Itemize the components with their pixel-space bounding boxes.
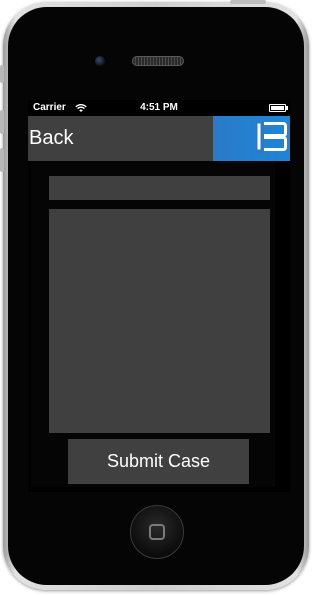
mute-switch bbox=[0, 65, 4, 83]
case-form: Submit Case bbox=[31, 161, 275, 487]
subject-input[interactable] bbox=[49, 176, 270, 200]
submit-case-button[interactable]: Submit Case bbox=[68, 439, 249, 484]
home-button[interactable] bbox=[130, 505, 184, 559]
status-time: 4:51 PM bbox=[140, 102, 178, 113]
brand-logo bbox=[213, 116, 290, 161]
description-textarea[interactable] bbox=[49, 209, 270, 433]
app-screen: Carrier 4:51 PM Back Submit Case bbox=[28, 100, 290, 492]
navigation-bar: Back bbox=[28, 116, 290, 161]
back-button[interactable]: Back bbox=[28, 116, 118, 161]
volume-down-button bbox=[0, 148, 4, 172]
earpiece-speaker bbox=[132, 56, 184, 66]
power-button bbox=[230, 0, 266, 4]
status-bar: Carrier 4:51 PM bbox=[28, 100, 290, 116]
b-logo-icon bbox=[256, 122, 287, 153]
volume-up-button bbox=[0, 110, 4, 134]
front-camera-icon bbox=[95, 56, 105, 66]
battery-icon bbox=[269, 104, 288, 112]
home-square-icon bbox=[149, 524, 165, 540]
